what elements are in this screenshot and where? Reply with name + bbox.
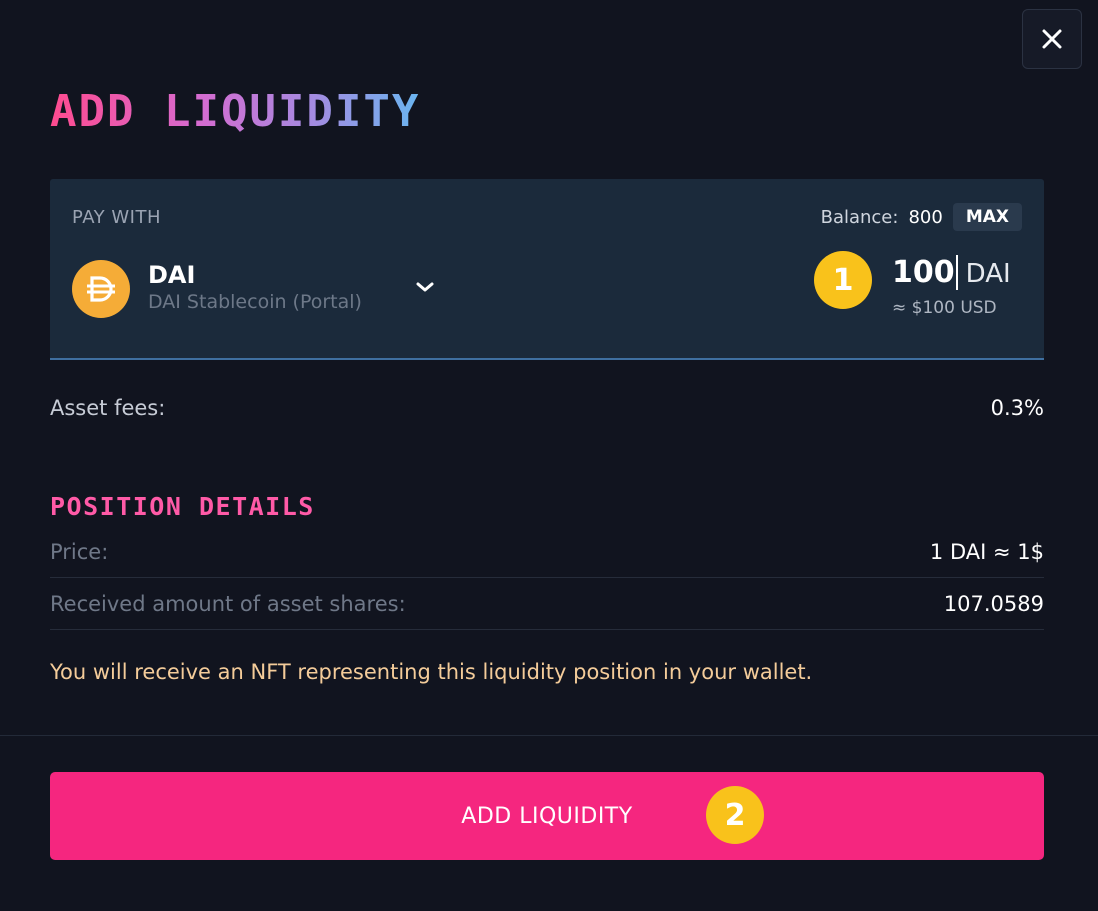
balance-label: Balance:: [820, 206, 899, 228]
chevron-down-icon: [416, 282, 434, 292]
position-details-title: POSITION DETAILS: [50, 492, 315, 521]
nft-notice: You will receive an NFT representing thi…: [50, 660, 813, 684]
asset-shares-row: Received amount of asset shares: 107.058…: [50, 578, 1044, 630]
dai-token-icon: [72, 260, 130, 318]
pay-with-label: PAY WITH: [72, 207, 161, 228]
balance-value: 800: [908, 206, 943, 228]
max-button[interactable]: MAX: [952, 203, 1022, 231]
balance-row: Balance: 800 MAX: [821, 203, 1022, 231]
close-button[interactable]: [1022, 9, 1082, 69]
step-badge-1: 1: [814, 251, 872, 309]
price-row: Price: 1 DAI ≈ 1$: [50, 526, 1044, 578]
token-name[interactable]: DAI Stablecoin (Portal): [148, 291, 362, 313]
close-icon: [1042, 29, 1062, 49]
asset-shares-label: Received amount of asset shares:: [50, 591, 406, 616]
price-value: 1 DAI ≈ 1$: [929, 539, 1044, 564]
add-liquidity-label: ADD LIQUIDITY: [461, 803, 633, 829]
token-symbol[interactable]: DAI: [148, 261, 195, 289]
page-title: ADD LIQUIDITY: [50, 86, 421, 137]
add-liquidity-button[interactable]: ADD LIQUIDITY 2: [50, 772, 1044, 860]
pay-with-card: PAY WITH Balance: 800 MAX DAI DAI Stable…: [50, 179, 1044, 360]
token-select-dropdown[interactable]: [414, 279, 436, 299]
asset-fees-label: Asset fees:: [50, 396, 166, 420]
price-label: Price:: [50, 539, 109, 564]
asset-fees-value: 0.3%: [990, 396, 1044, 420]
usd-estimate: ≈ $100 USD: [892, 298, 997, 318]
asset-shares-value: 107.0589: [943, 591, 1044, 616]
step-badge-2: 2: [706, 786, 764, 844]
amount-unit: DAI: [965, 259, 1011, 289]
amount-value[interactable]: 100: [892, 255, 958, 290]
asset-fees-row: Asset fees: 0.3%: [50, 396, 1044, 420]
amount-input[interactable]: 100 DAI: [892, 255, 1011, 290]
footer-divider: [0, 735, 1098, 736]
